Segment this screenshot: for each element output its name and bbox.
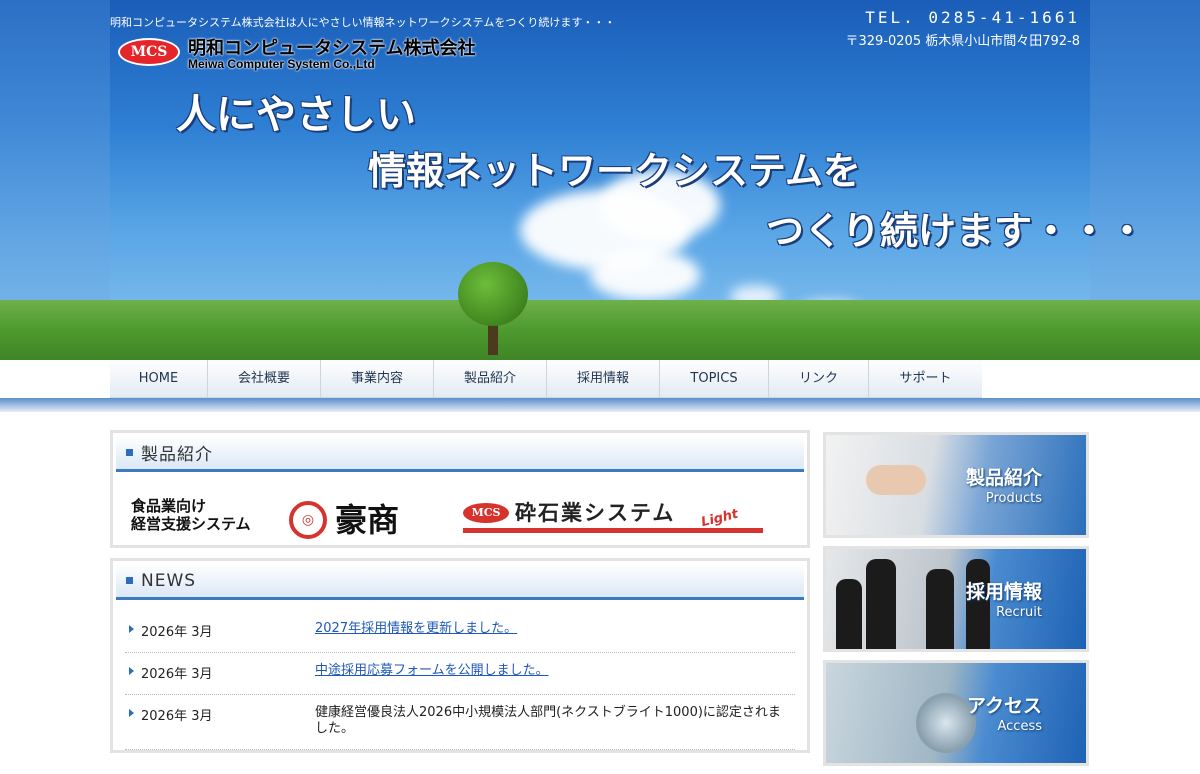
news-link[interactable]: 中途採用応募フォームを公開しました。 [315, 663, 549, 678]
news-item: 2026年 3月 中途採用応募フォームを公開しました。 [125, 653, 795, 695]
person-icon [866, 559, 896, 649]
tree-icon [458, 262, 528, 326]
square-bullet-icon [126, 449, 133, 456]
banner-access-en: Access [997, 719, 1042, 734]
nav-links[interactable]: リンク [769, 360, 869, 398]
person-icon [966, 559, 990, 649]
products-heading: 製品紹介 [116, 436, 804, 472]
nav-support[interactable]: サポート [869, 360, 982, 398]
banner-recruit[interactable]: 採用情報 Recruit [823, 546, 1089, 652]
hand-icon [866, 465, 926, 495]
banner-products-bg [826, 435, 1086, 535]
company-name-en[interactable]: Meiwa Computer System Co.,Ltd [188, 57, 375, 71]
news-item: 2026年 3月 2027年採用情報を更新しました。 [125, 611, 795, 653]
nav-underline-band [0, 398, 1200, 412]
banner-products-en: Products [985, 491, 1042, 506]
nav-company[interactable]: 会社概要 [208, 360, 321, 398]
product-gosho-name[interactable]: 豪商 [335, 495, 399, 541]
product-gosho-desc[interactable]: 食品業向け 経営支援システム [131, 497, 251, 533]
news-text: 健康経営優良法人2026中小規模法人部門(ネクストブライト1000)に認定されま… [315, 705, 781, 736]
news-item: 2026年 3月 健康経営優良法人2026中小規模法人部門(ネクストブライト10… [125, 695, 795, 750]
nav-business[interactable]: 事業内容 [321, 360, 434, 398]
hero-banner: 明和コンピュータシステム株式会社は人にやさしい情報ネットワークシステムをつくり続… [0, 0, 1200, 360]
news-panel: NEWS 2026年 3月 2027年採用情報を更新しました。 2026年 3月… [110, 558, 810, 753]
phone-number: TEL. 0285-41-1661 [865, 8, 1080, 27]
product-gosho-desc-line1: 食品業向け [131, 497, 207, 515]
product-saiseki-badge: MCS [463, 503, 509, 523]
cloud [590, 250, 700, 300]
nav-topics[interactable]: TOPICS [660, 360, 769, 398]
products-title: 製品紹介 [141, 445, 213, 465]
nav-home[interactable]: HOME [110, 360, 208, 398]
banner-access[interactable]: アクセス Access [823, 660, 1089, 766]
square-bullet-icon [126, 577, 133, 584]
main-column: 製品紹介 食品業向け 経営支援システム ◎ 豪商 MCS 砕石業システム Lig… [110, 430, 810, 763]
banner-recruit-en: Recruit [996, 605, 1042, 620]
logo-badge[interactable]: MCS [118, 38, 180, 66]
gosho-logo-icon[interactable]: ◎ [289, 501, 327, 539]
hero-catch-line2: 情報ネットワークシステムを [368, 149, 861, 193]
news-title: NEWS [141, 570, 197, 591]
hero-catch-line1: 人にやさしい [176, 92, 416, 138]
banner-access-jp: アクセス [966, 695, 1042, 717]
news-link[interactable]: 2027年採用情報を更新しました。 [315, 621, 517, 636]
nav-recruit[interactable]: 採用情報 [547, 360, 660, 398]
products-row: 食品業向け 経営支援システム ◎ 豪商 MCS 砕石業システム Light [113, 475, 807, 545]
person-icon [836, 579, 862, 649]
banner-recruit-jp: 採用情報 [965, 581, 1042, 603]
site-tagline: 明和コンピュータシステム株式会社は人にやさしい情報ネットワークシステムをつくり続… [110, 16, 616, 29]
banner-products[interactable]: 製品紹介 Products [823, 432, 1089, 538]
news-date: 2026年 3月 [125, 621, 315, 640]
product-saiseki-suffix: Light [699, 506, 740, 531]
products-panel: 製品紹介 食品業向け 経営支援システム ◎ 豪商 MCS 砕石業システム Lig… [110, 430, 810, 548]
news-list: 2026年 3月 2027年採用情報を更新しました。 2026年 3月 中途採用… [113, 603, 807, 750]
nav-products[interactable]: 製品紹介 [434, 360, 547, 398]
address: 〒329-0205 栃木県小山市間々田792-8 [845, 34, 1081, 49]
global-nav: HOME 会社概要 事業内容 製品紹介 採用情報 TOPICS リンク サポート [110, 360, 982, 398]
sidebar: 製品紹介 Products 採用情報 Recruit アクセス Access [823, 432, 1089, 774]
news-heading: NEWS [116, 564, 804, 600]
person-icon [926, 569, 954, 649]
product-saiseki-name: 砕石業システム [515, 501, 676, 525]
banner-recruit-bg [826, 549, 1086, 649]
product-gosho-desc-line2: 経営支援システム [131, 515, 251, 533]
hero-catch-line3: つくり続けます・・・ [766, 209, 1147, 253]
product-saiseki-banner[interactable]: MCS 砕石業システム Light [463, 499, 763, 533]
news-date: 2026年 3月 [125, 663, 315, 682]
banner-products-jp: 製品紹介 [965, 467, 1042, 489]
news-date: 2026年 3月 [125, 705, 315, 737]
grass-field [0, 300, 1200, 360]
